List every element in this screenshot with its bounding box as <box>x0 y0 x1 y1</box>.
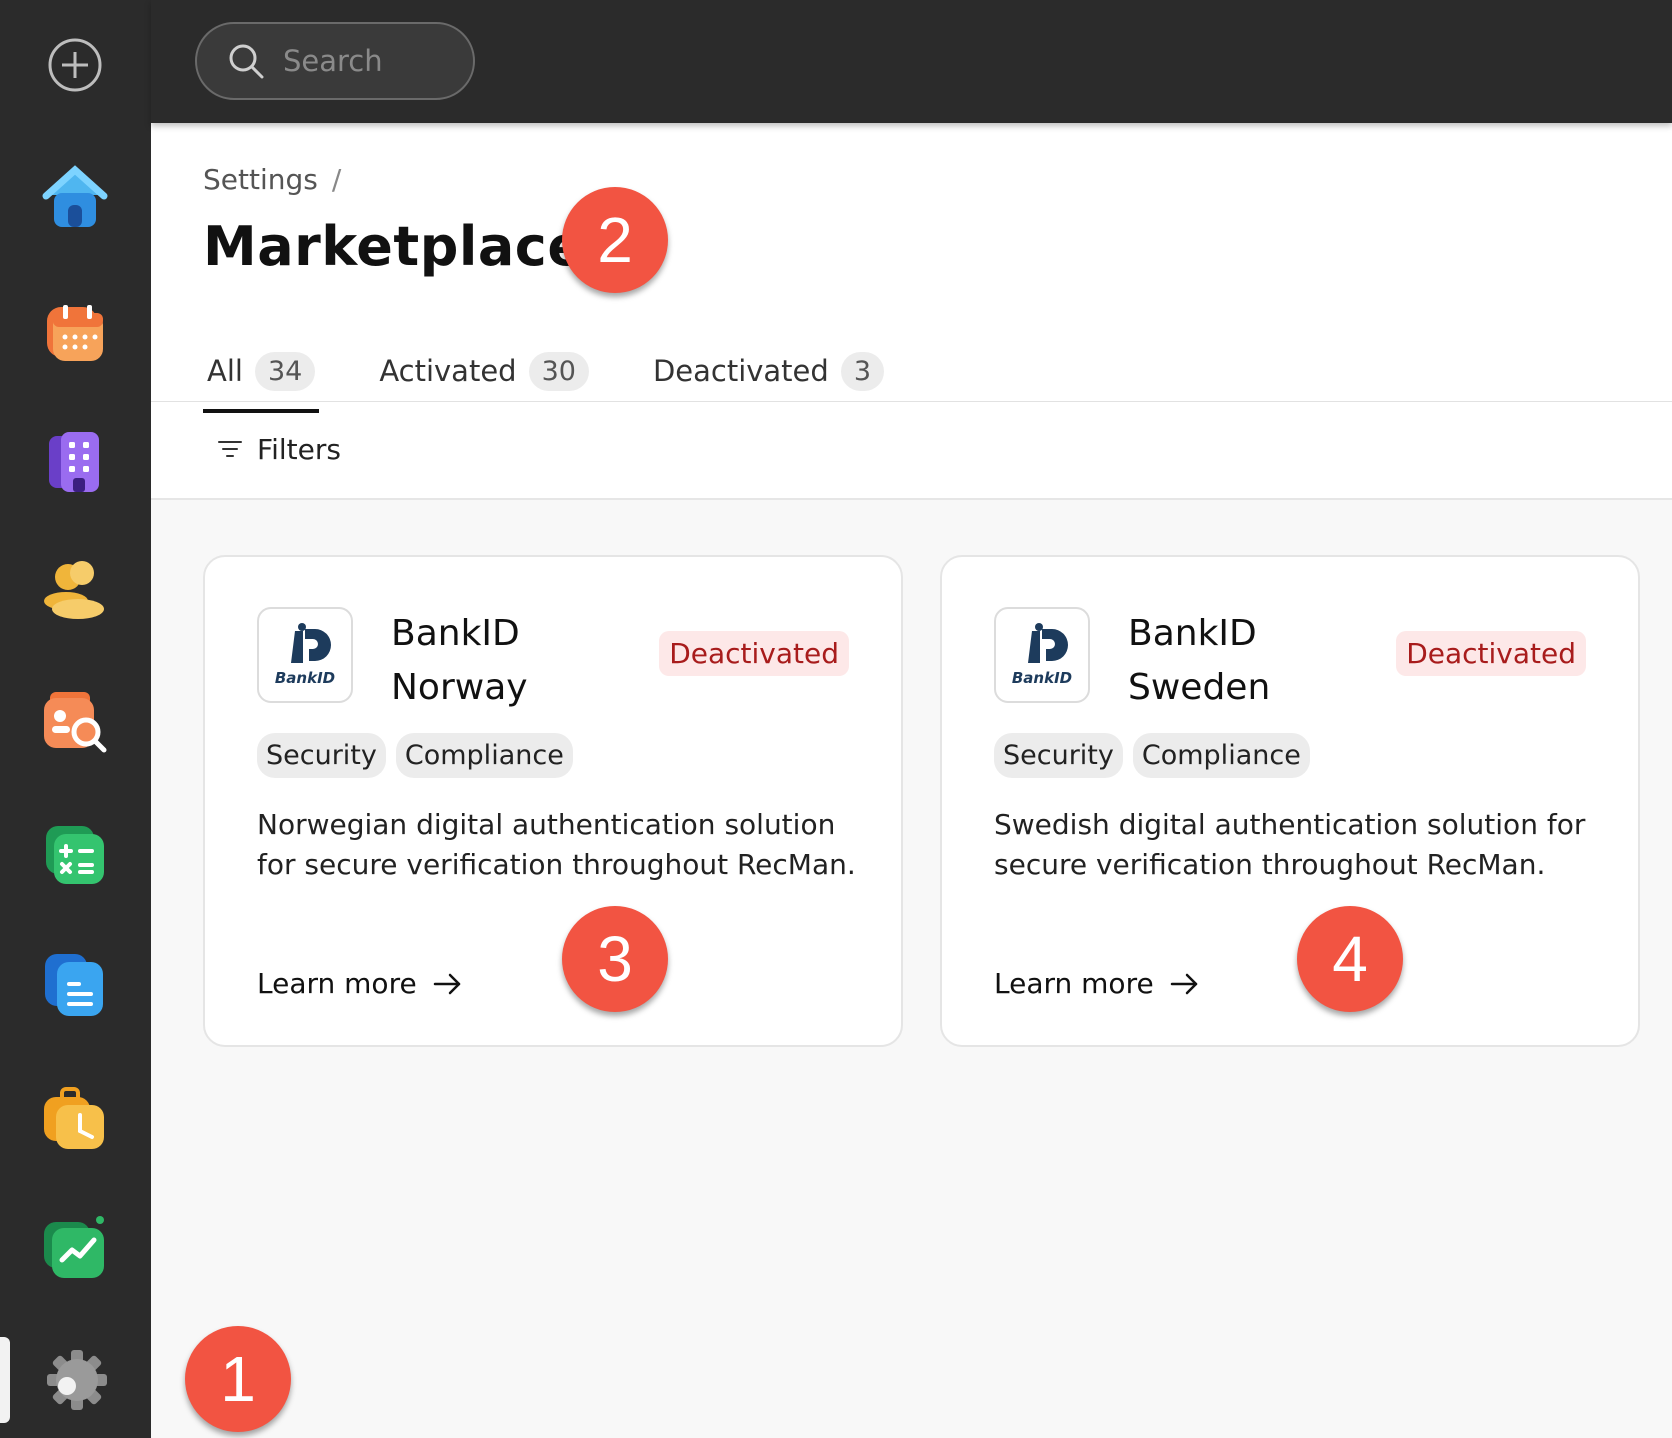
filters-button[interactable]: Filters <box>217 423 341 475</box>
card-title-line1: BankID <box>391 613 520 654</box>
svg-text:BankID: BankID <box>1012 669 1072 687</box>
tag-compliance: Compliance <box>395 733 573 778</box>
svg-text:BankID: BankID <box>275 669 335 687</box>
person-search-icon <box>44 692 107 753</box>
breadcrumb-settings-link[interactable]: Settings <box>203 163 318 196</box>
sidebar-item-companies[interactable] <box>40 426 110 496</box>
card-title: BankID Sweden <box>1128 607 1388 715</box>
chart-icon <box>44 1216 104 1278</box>
search-box[interactable] <box>195 22 475 100</box>
tab-deactivated[interactable]: Deactivated 3 <box>649 341 888 401</box>
calendar-icon <box>47 305 103 361</box>
main-content: Settings / Marketplace All 34 Activated 3… <box>151 123 1672 1438</box>
sidebar-item-calculator[interactable] <box>40 820 110 890</box>
tag-compliance: Compliance <box>1132 733 1310 778</box>
tag-list: Security Compliance <box>257 733 583 778</box>
plus-circle-icon <box>48 38 102 92</box>
bankid-logo: BankID <box>994 607 1090 703</box>
tab-label: Activated <box>379 354 517 388</box>
building-icon <box>49 432 99 492</box>
status-badge: Deactivated <box>1396 631 1586 676</box>
step-marker-1: 1 <box>185 1326 291 1432</box>
tab-label: Deactivated <box>652 354 829 388</box>
tag-security: Security <box>257 733 386 778</box>
filter-icon <box>218 441 242 457</box>
sidebar-item-home[interactable] <box>40 163 110 233</box>
status-badge: Deactivated <box>659 631 849 676</box>
tag-list: Security Compliance <box>994 733 1320 778</box>
sidebar <box>0 0 151 1438</box>
card-title-line1: BankID <box>1128 613 1257 654</box>
breadcrumb-separator: / <box>331 163 342 196</box>
sidebar-item-reports[interactable] <box>40 1212 110 1282</box>
arrow-right-icon <box>1170 973 1197 994</box>
card-description: Swedish digital authentication solution … <box>994 808 1586 881</box>
tab-all[interactable]: All 34 <box>203 341 320 413</box>
step-marker-2: 2 <box>562 187 668 293</box>
people-icon <box>44 561 104 619</box>
home-icon <box>42 165 108 227</box>
step-marker-4: 4 <box>1297 906 1403 1012</box>
top-bar <box>151 0 1672 123</box>
tab-bar: All 34 Activated 30 Deactivated 3 <box>203 341 944 413</box>
learn-more-link[interactable]: Learn more <box>257 967 463 1000</box>
tab-count-badge: 3 <box>840 351 884 391</box>
tab-count-badge: 30 <box>528 351 589 391</box>
integration-card-bankid-sweden[interactable]: BankID BankID Sweden Deactivated Securit… <box>940 555 1640 1047</box>
tab-activated[interactable]: Activated 30 <box>375 341 593 401</box>
tag-security: Security <box>994 733 1123 778</box>
active-indicator <box>0 1337 10 1423</box>
add-button[interactable] <box>40 30 110 100</box>
tab-count-badge: 34 <box>254 351 316 391</box>
filters-divider <box>151 498 1672 500</box>
sidebar-item-settings[interactable] <box>40 1345 110 1415</box>
tabs-divider <box>151 401 1672 402</box>
card-description: Norwegian digital authentication solutio… <box>257 808 856 881</box>
card-title-line2: Sweden <box>1128 667 1271 708</box>
integration-card-bankid-norway[interactable]: BankID BankID Norway Deactivated Securit… <box>203 555 903 1047</box>
filters-label: Filters <box>257 432 341 466</box>
sidebar-item-documents[interactable] <box>40 950 110 1020</box>
briefcase-clock-icon <box>44 1087 104 1149</box>
learn-more-link[interactable]: Learn more <box>994 967 1200 1000</box>
calculator-icon <box>46 826 104 884</box>
learn-more-label: Learn more <box>994 967 1154 1000</box>
tab-label: All <box>207 354 243 388</box>
sidebar-item-people[interactable] <box>40 555 110 625</box>
card-title-line2: Norway <box>391 667 528 708</box>
bankid-logo: BankID <box>257 607 353 703</box>
search-icon <box>229 44 264 79</box>
page-header: Settings / Marketplace All 34 Activated 3… <box>151 123 1672 500</box>
step-marker-3: 3 <box>562 906 668 1012</box>
arrow-right-icon <box>433 973 460 994</box>
page-title: Marketplace <box>203 215 585 278</box>
sidebar-item-candidate-search[interactable] <box>40 686 110 756</box>
gear-icon <box>47 1350 107 1410</box>
breadcrumb: Settings / <box>203 163 341 196</box>
sidebar-item-jobs[interactable] <box>40 1085 110 1155</box>
search-input[interactable] <box>283 44 463 78</box>
document-icon <box>45 954 103 1016</box>
card-title: BankID Norway <box>391 607 651 715</box>
sidebar-item-calendar[interactable] <box>40 296 110 366</box>
learn-more-label: Learn more <box>257 967 417 1000</box>
